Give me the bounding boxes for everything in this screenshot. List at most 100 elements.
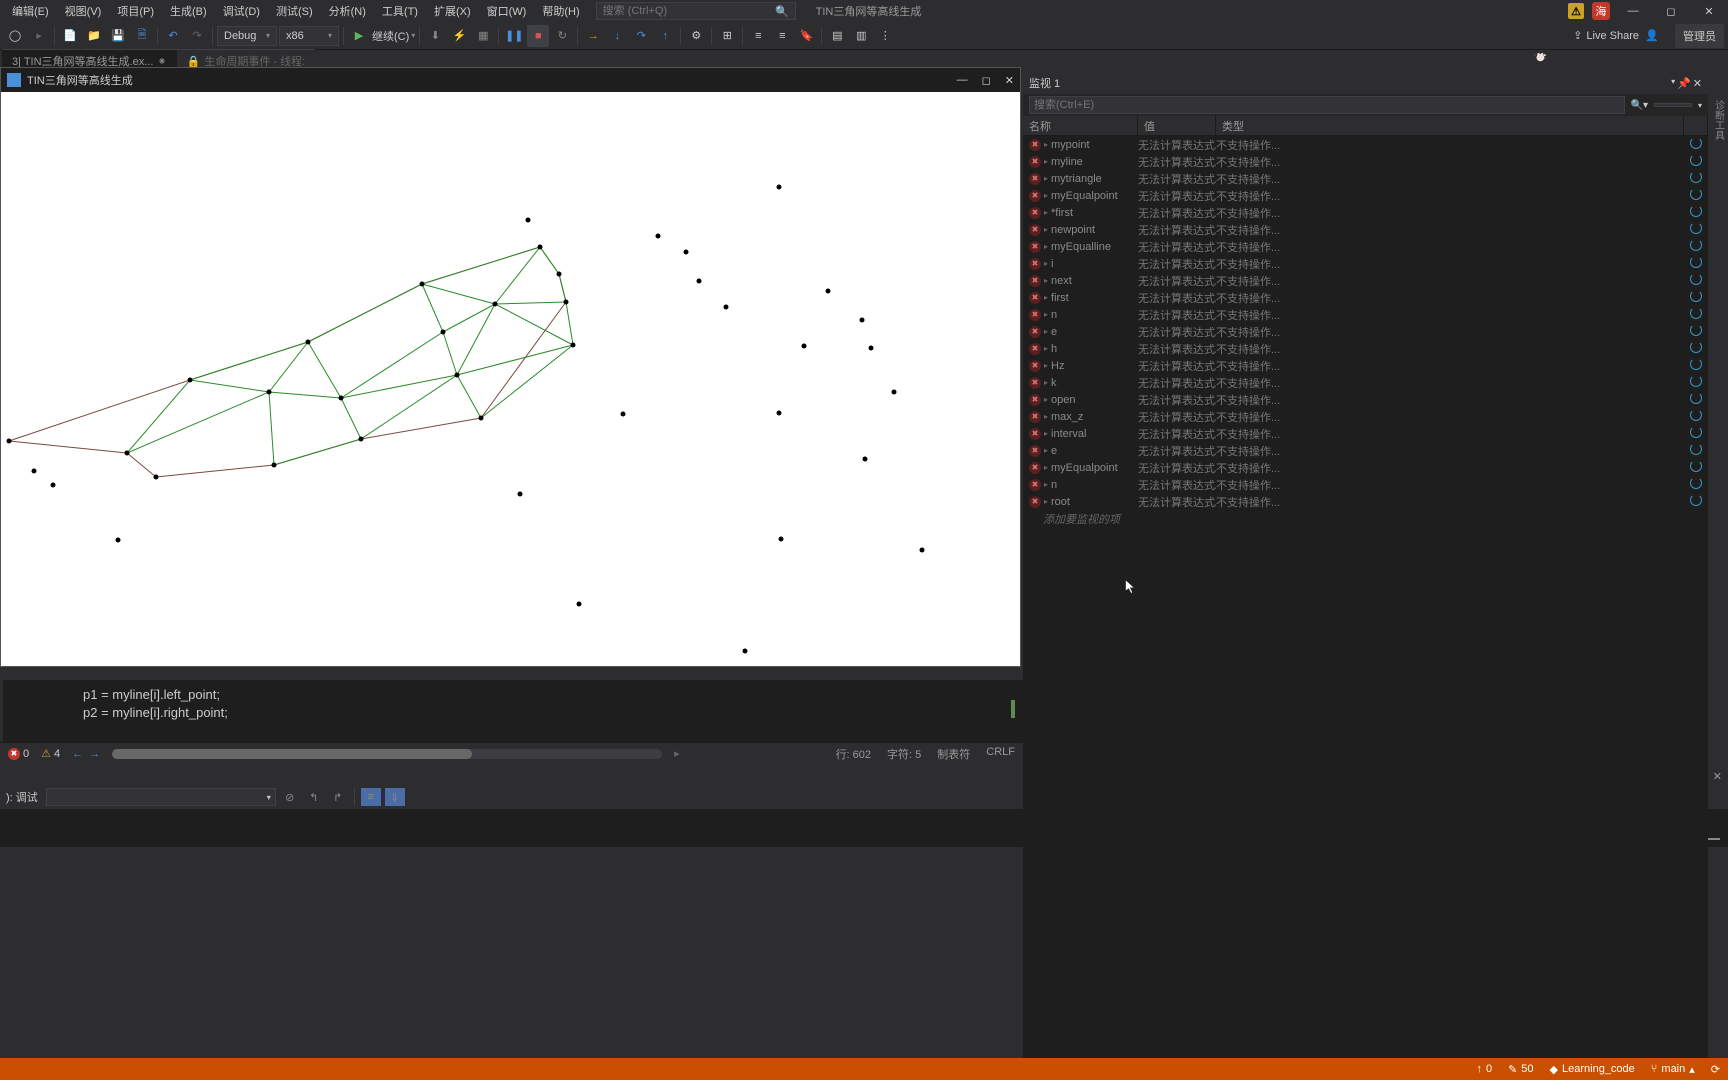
menu-扩展[interactable]: 扩展(X) (426, 4, 479, 20)
menu-测试[interactable]: 测试(S) (268, 4, 321, 20)
refresh-icon[interactable] (1690, 494, 1702, 506)
refresh-icon[interactable] (1690, 205, 1702, 217)
refresh-icon[interactable] (1690, 171, 1702, 183)
panel-pin-icon[interactable]: 📌 (1677, 77, 1691, 90)
menu-视图[interactable]: 视图(V) (57, 4, 110, 20)
watch-row[interactable]: ✖▸interval无法计算表达式。不支持操作... (1023, 425, 1708, 442)
back-button[interactable]: ◯ (4, 25, 26, 47)
close-button[interactable]: ✕ (1694, 1, 1724, 21)
output-scroll-icon[interactable]: ⇓ (385, 788, 405, 806)
code-editor[interactable]: p1 = myline[i].left_point; p2 = myline[i… (0, 680, 1023, 742)
step-out-icon[interactable]: ↑ (654, 25, 676, 47)
refresh-icon[interactable] (1690, 460, 1702, 472)
diagnostics-tab[interactable]: 诊断工具 (1711, 100, 1726, 140)
app-canvas[interactable] (1, 92, 1020, 666)
add-watch-row[interactable]: 添加要监视的项 (1023, 510, 1708, 528)
watch-row[interactable]: ✖▸next无法计算表达式。不支持操作... (1023, 272, 1708, 289)
step-into-icon[interactable]: ↓ (606, 25, 628, 47)
sb-branch[interactable]: ⑂main ▴ (1651, 1063, 1695, 1076)
refresh-icon[interactable] (1690, 341, 1702, 353)
format-icon[interactable]: ⋮ (874, 25, 896, 47)
watch-row[interactable]: ✖▸max_z无法计算表达式。不支持操作... (1023, 408, 1708, 425)
refresh-icon[interactable] (1690, 443, 1702, 455)
refresh-icon[interactable] (1690, 477, 1702, 489)
panel-menu-icon[interactable]: ▾ (1671, 77, 1675, 90)
watch-row[interactable]: ✖▸myEqualline无法计算表达式。不支持操作... (1023, 238, 1708, 255)
open-folder-icon[interactable]: 📁 (83, 25, 105, 47)
pause-button[interactable]: ❚❚ (503, 25, 525, 47)
output-source-select[interactable]: ▾ (46, 788, 276, 806)
prev-issue-button[interactable]: ← (72, 748, 83, 760)
autos-icon[interactable]: ⚙ (685, 25, 707, 47)
refresh-icon[interactable] (1690, 409, 1702, 421)
next-issue-button[interactable]: → (89, 748, 100, 760)
refresh-icon[interactable] (1690, 154, 1702, 166)
sb-push-count[interactable]: ↑0 (1476, 1063, 1492, 1075)
menu-工具[interactable]: 工具(T) (374, 4, 426, 20)
refresh-icon[interactable] (1690, 426, 1702, 438)
refresh-icon[interactable] (1690, 290, 1702, 302)
watch-row[interactable]: ✖▸root无法计算表达式。不支持操作... (1023, 493, 1708, 510)
output-wrap-icon[interactable]: ≡ (361, 788, 381, 806)
refresh-icon[interactable] (1690, 273, 1702, 285)
app-titlebar[interactable]: TIN三角网等高线生成 — ◻ ✕ (1, 68, 1020, 92)
app-minimize-button[interactable]: — (957, 74, 968, 87)
restart-button[interactable]: ↻ (551, 25, 573, 47)
user-badge[interactable]: 海 (1592, 2, 1610, 20)
output-clear-icon[interactable]: ⊘ (280, 788, 300, 806)
app-events-icon[interactable]: ▦ (472, 25, 494, 47)
watch-row[interactable]: ✖▸k无法计算表达式。不支持操作... (1023, 374, 1708, 391)
indent-mode[interactable]: 制表符 (937, 746, 970, 762)
panel-close-icon[interactable]: ✕ (1693, 77, 1702, 90)
refresh-icon[interactable] (1690, 239, 1702, 251)
watch-row[interactable]: ✖▸n无法计算表达式。不支持操作... (1023, 306, 1708, 323)
feedback-icon[interactable]: 👤 (1641, 25, 1663, 47)
eol-mode[interactable]: CRLF (986, 746, 1015, 762)
hot-reload-icon[interactable]: ⚡ (448, 25, 470, 47)
watch-row[interactable]: ✖▸first无法计算表达式。不支持操作... (1023, 289, 1708, 306)
error-count[interactable]: ✖0 (8, 748, 29, 760)
menu-窗口[interactable]: 窗口(W) (479, 4, 535, 20)
refresh-icon[interactable] (1690, 324, 1702, 336)
stop-button[interactable]: ■ (527, 25, 549, 47)
refresh-icon[interactable] (1690, 222, 1702, 234)
app-maximize-button[interactable]: ◻ (982, 74, 991, 87)
watch-row[interactable]: ✖▸myEqualpoint无法计算表达式。不支持操作... (1023, 187, 1708, 204)
solution-platform-select[interactable]: x86▾ (279, 26, 339, 46)
horizontal-scrollbar[interactable] (112, 749, 662, 759)
search-options-icon[interactable]: 🔍▾ (1631, 100, 1648, 111)
depth-combo[interactable] (1654, 103, 1692, 107)
sb-edits-count[interactable]: ✎50 (1508, 1063, 1533, 1076)
bookmark-icon[interactable]: 🔖 (795, 25, 817, 47)
refresh-icon[interactable] (1690, 256, 1702, 268)
refresh-icon[interactable] (1690, 188, 1702, 200)
redo-icon[interactable]: ↷ (186, 25, 208, 47)
refresh-icon[interactable] (1690, 307, 1702, 319)
refresh-icon[interactable] (1690, 375, 1702, 387)
new-file-icon[interactable]: 📄 (59, 25, 81, 47)
watch-row[interactable]: ✖▸e无法计算表达式。不支持操作... (1023, 442, 1708, 459)
layout-icon[interactable]: ⊞ (716, 25, 738, 47)
output-prev-icon[interactable]: ↰ (304, 788, 324, 806)
watch-row[interactable]: ✖▸i无法计算表达式。不支持操作... (1023, 255, 1708, 272)
watch-row[interactable]: ✖▸h无法计算表达式。不支持操作... (1023, 340, 1708, 357)
watch-row[interactable]: ✖▸n无法计算表达式。不支持操作... (1023, 476, 1708, 493)
watch-row[interactable]: ✖▸*first无法计算表达式。不支持操作... (1023, 204, 1708, 221)
maximize-button[interactable]: ◻ (1656, 1, 1686, 21)
forward-button[interactable]: ▸ (28, 25, 50, 47)
uncomment-icon[interactable]: ▥ (850, 25, 872, 47)
continue-label[interactable]: 继续(C) (372, 28, 409, 44)
solution-config-select[interactable]: Debug▾ (217, 26, 277, 46)
menu-项目[interactable]: 项目(P) (109, 4, 162, 20)
output-next-icon[interactable]: ↱ (328, 788, 348, 806)
show-next-statement-icon[interactable]: → (582, 25, 604, 47)
sb-repo[interactable]: ◆Learning_code (1550, 1063, 1635, 1076)
watch-row[interactable]: ✖▸open无法计算表达式。不支持操作... (1023, 391, 1708, 408)
debug-target-icon[interactable]: ⬇ (424, 25, 446, 47)
watch-row[interactable]: ✖▸mypoint无法计算表达式。不支持操作... (1023, 136, 1708, 153)
watch-row[interactable]: ✖▸myline无法计算表达式。不支持操作... (1023, 153, 1708, 170)
col-name[interactable]: 名称 (1023, 116, 1138, 135)
live-share-button[interactable]: ⇪ Live Share (1573, 29, 1639, 42)
watch-row[interactable]: ✖▸Hz无法计算表达式。不支持操作... (1023, 357, 1708, 374)
app-close-button[interactable]: ✕ (1005, 74, 1014, 87)
